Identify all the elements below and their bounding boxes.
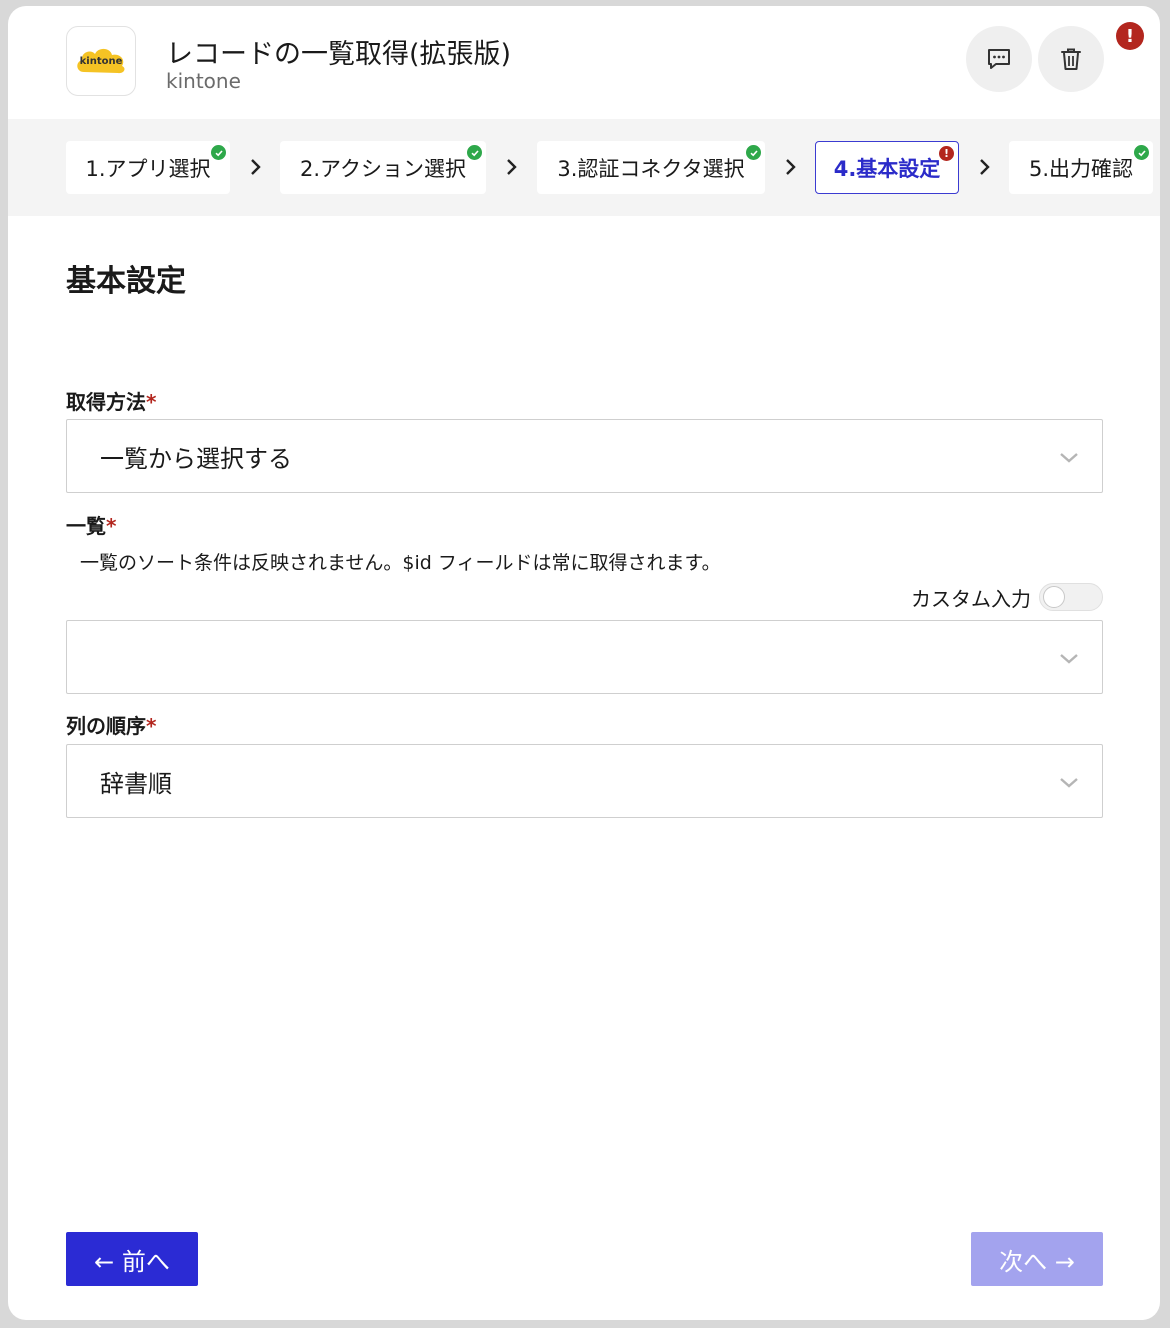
- chevron-right-icon: [245, 157, 265, 177]
- chevron-down-icon: [1058, 771, 1080, 793]
- field-label-method: 取得方法*: [66, 386, 156, 415]
- action-settings-panel: kintone レコードの一覧取得(拡張版) kintone ! 1.アプリ選択…: [8, 6, 1160, 1320]
- select-value: 一覧から選択する: [100, 444, 292, 473]
- comment-icon: [988, 49, 1010, 69]
- error-alert-icon[interactable]: !: [1116, 22, 1144, 50]
- step-output-confirm[interactable]: 5.出力確認: [1009, 141, 1153, 194]
- kintone-logo: kintone: [66, 26, 136, 96]
- required-mark: *: [146, 390, 157, 414]
- check-icon: [211, 145, 226, 160]
- step-label: 2.アクション選択: [300, 156, 466, 181]
- step-basic-settings[interactable]: 4.基本設定 !: [815, 141, 959, 194]
- header: kintone レコードの一覧取得(拡張版) kintone !: [8, 6, 1160, 119]
- delete-button[interactable]: [1038, 26, 1104, 92]
- check-icon: [467, 145, 482, 160]
- custom-input-label: カスタム入力: [911, 586, 1031, 611]
- error-icon: !: [939, 146, 954, 161]
- step-label: 1.アプリ選択: [85, 156, 211, 181]
- step-label: 4.基本設定: [833, 156, 941, 181]
- view-select[interactable]: [66, 620, 1103, 694]
- field-label-column-order: 列の順序*: [66, 710, 156, 739]
- chevron-down-icon: [1058, 446, 1080, 468]
- step-connector-select[interactable]: 3.認証コネクタ選択: [537, 141, 765, 194]
- step-app-select[interactable]: 1.アプリ選択: [66, 141, 230, 194]
- label-text: 一覧: [66, 514, 106, 538]
- custom-input-row: カスタム入力: [911, 582, 1103, 612]
- column-order-select[interactable]: 辞書順: [66, 744, 1103, 818]
- step-navigation: 1.アプリ選択 2.アクション選択 3.認証コネクタ選択 4.基本設定 ! 5.…: [8, 119, 1160, 216]
- check-icon: [1134, 145, 1149, 160]
- field-label-view: 一覧*: [66, 510, 116, 539]
- cloud-icon: kintone: [74, 44, 128, 78]
- section-title: 基本設定: [66, 264, 186, 299]
- chevron-right-icon: [974, 157, 994, 177]
- required-mark: *: [106, 514, 117, 538]
- trash-icon: [1061, 48, 1081, 70]
- custom-input-toggle[interactable]: [1039, 583, 1103, 611]
- chevron-right-icon: [501, 157, 521, 177]
- chevron-down-icon: [1058, 647, 1080, 669]
- comment-button[interactable]: [966, 26, 1032, 92]
- check-icon: [746, 145, 761, 160]
- label-text: 取得方法: [66, 390, 146, 414]
- chevron-right-icon: [780, 157, 800, 177]
- toggle-knob: [1043, 586, 1065, 608]
- page-title: レコードの一覧取得(拡張版): [166, 39, 512, 70]
- step-label: 5.出力確認: [1028, 156, 1134, 181]
- required-mark: *: [146, 714, 157, 738]
- next-button[interactable]: 次へ →: [971, 1232, 1103, 1286]
- app-name: kintone: [166, 69, 241, 93]
- label-text: 列の順序: [66, 714, 146, 738]
- prev-button[interactable]: ← 前へ: [66, 1232, 198, 1286]
- select-value: 辞書順: [100, 769, 172, 798]
- logo-text: kintone: [79, 55, 123, 67]
- step-label: 3.認証コネクタ選択: [557, 156, 745, 181]
- method-select[interactable]: 一覧から選択する: [66, 419, 1103, 493]
- field-help-text: 一覧のソート条件は反映されません。$id フィールドは常に取得されます。: [80, 552, 721, 574]
- step-action-select[interactable]: 2.アクション選択: [280, 141, 486, 194]
